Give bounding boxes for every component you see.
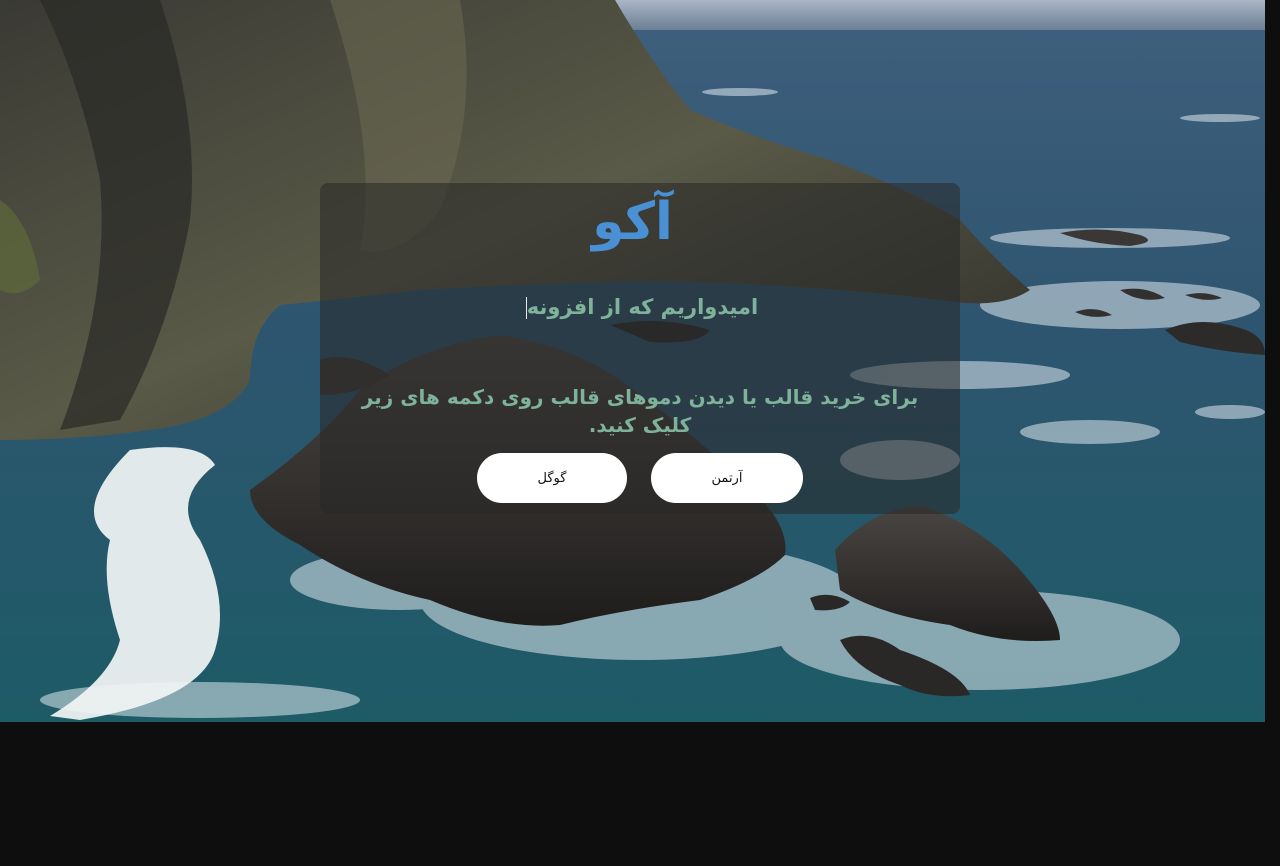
hero-section: آکو امیدواریم که از افزونه برای خرید قال…	[0, 0, 1265, 722]
artemn-button[interactable]: آرتمن	[651, 453, 803, 503]
google-button[interactable]: گوگل	[477, 453, 627, 503]
brand-title: آکو	[592, 192, 673, 252]
typed-tagline: امیدواریم که از افزونه	[320, 292, 960, 322]
scrollbar[interactable]	[1265, 0, 1280, 866]
description-text: برای خرید قالب یا دیدن دموهای قالب روی د…	[361, 385, 919, 437]
typed-text: امیدواریم که از افزونه	[526, 295, 759, 319]
